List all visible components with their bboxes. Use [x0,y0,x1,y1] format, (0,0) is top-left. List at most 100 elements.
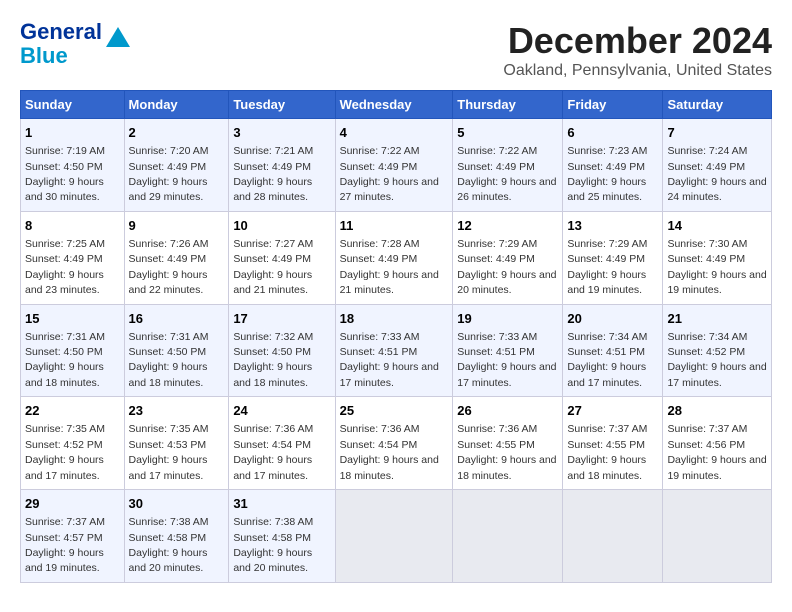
day-cell: 10Sunrise: 7:27 AMSunset: 4:49 PMDayligh… [229,211,335,304]
day-number: 13 [567,217,658,235]
day-info: Sunrise: 7:23 AMSunset: 4:49 PMDaylight:… [567,145,647,203]
day-cell: 21 Sunrise: 7:34 AMSunset: 4:52 PMDayligh… [663,304,772,397]
page-title: December 2024 [503,20,772,62]
day-cell: 11Sunrise: 7:28 AMSunset: 4:49 PMDayligh… [335,211,453,304]
day-number: 5 [457,124,558,142]
day-cell: 30 Sunrise: 7:38 AMSunset: 4:58 PMDayligh… [124,490,229,583]
day-cell: 18 Sunrise: 7:33 AMSunset: 4:51 PMDayligh… [335,304,453,397]
day-cell: 17 Sunrise: 7:32 AMSunset: 4:50 PMDayligh… [229,304,335,397]
day-cell: 19 Sunrise: 7:33 AMSunset: 4:51 PMDayligh… [453,304,563,397]
day-number: 23 [129,402,225,420]
day-cell: 12 Sunrise: 7:29 AMSunset: 4:49 PMDayligh… [453,211,563,304]
header-wednesday: Wednesday [335,91,453,119]
day-cell: 22 Sunrise: 7:35 AMSunset: 4:52 PMDayligh… [21,397,125,490]
day-info: Sunrise: 7:33 AMSunset: 4:51 PMDaylight:… [457,331,556,389]
day-cell: 3 Sunrise: 7:21 AMSunset: 4:49 PMDaylight… [229,119,335,212]
day-number: 22 [25,402,120,420]
header-tuesday: Tuesday [229,91,335,119]
week-row-5: 29 Sunrise: 7:37 AMSunset: 4:57 PMDayligh… [21,490,772,583]
day-cell: 25Sunrise: 7:36 AMSunset: 4:54 PMDayligh… [335,397,453,490]
day-cell: 8Sunrise: 7:25 AMSunset: 4:49 PMDaylight… [21,211,125,304]
day-cell: 20 Sunrise: 7:34 AMSunset: 4:51 PMDayligh… [563,304,663,397]
title-block: December 2024 Oakland, Pennsylvania, Uni… [503,20,772,80]
day-info: Sunrise: 7:36 AMSunset: 4:54 PMDaylight:… [340,423,439,481]
day-number: 17 [233,310,330,328]
day-info: Sunrise: 7:34 AMSunset: 4:52 PMDaylight:… [667,331,766,389]
day-info: Sunrise: 7:32 AMSunset: 4:50 PMDaylight:… [233,331,313,389]
day-cell: 4 Sunrise: 7:22 AMSunset: 4:49 PMDaylight… [335,119,453,212]
day-number: 27 [567,402,658,420]
day-cell: 31 Sunrise: 7:38 AMSunset: 4:58 PMDayligh… [229,490,335,583]
page-header: GeneralBlue December 2024 Oakland, Penns… [20,20,772,80]
day-info: Sunrise: 7:37 AMSunset: 4:57 PMDaylight:… [25,516,105,574]
day-number: 9 [129,217,225,235]
week-row-1: 1 Sunrise: 7:19 AMSunset: 4:50 PMDaylight… [21,119,772,212]
day-cell: 29 Sunrise: 7:37 AMSunset: 4:57 PMDayligh… [21,490,125,583]
day-number: 20 [567,310,658,328]
day-info: Sunrise: 7:35 AMSunset: 4:52 PMDaylight:… [25,423,105,481]
header-friday: Friday [563,91,663,119]
day-info: Sunrise: 7:29 AMSunset: 4:49 PMDaylight:… [567,238,647,296]
day-cell: 14 Sunrise: 7:30 AMSunset: 4:49 PMDayligh… [663,211,772,304]
day-info: Sunrise: 7:38 AMSunset: 4:58 PMDaylight:… [129,516,209,574]
logo-blue: Blue [20,43,68,68]
header-row: SundayMondayTuesdayWednesdayThursdayFrid… [21,91,772,119]
day-cell: 16 Sunrise: 7:31 AMSunset: 4:50 PMDayligh… [124,304,229,397]
day-number: 29 [25,495,120,513]
day-number: 18 [340,310,449,328]
day-number: 4 [340,124,449,142]
day-number: 14 [667,217,767,235]
day-cell: 1 Sunrise: 7:19 AMSunset: 4:50 PMDaylight… [21,119,125,212]
day-info: Sunrise: 7:34 AMSunset: 4:51 PMDaylight:… [567,331,647,389]
logo: GeneralBlue [20,20,132,68]
day-info: Sunrise: 7:35 AMSunset: 4:53 PMDaylight:… [129,423,209,481]
day-info: Sunrise: 7:26 AMSunset: 4:49 PMDaylight:… [129,238,209,296]
day-cell: 23 Sunrise: 7:35 AMSunset: 4:53 PMDayligh… [124,397,229,490]
day-number: 3 [233,124,330,142]
day-cell [563,490,663,583]
day-number: 30 [129,495,225,513]
day-cell [335,490,453,583]
day-info: Sunrise: 7:30 AMSunset: 4:49 PMDaylight:… [667,238,766,296]
day-info: Sunrise: 7:29 AMSunset: 4:49 PMDaylight:… [457,238,556,296]
day-number: 12 [457,217,558,235]
day-cell: 26 Sunrise: 7:36 AMSunset: 4:55 PMDayligh… [453,397,563,490]
day-cell: 13 Sunrise: 7:29 AMSunset: 4:49 PMDayligh… [563,211,663,304]
page-subtitle: Oakland, Pennsylvania, United States [503,62,772,80]
header-monday: Monday [124,91,229,119]
day-info: Sunrise: 7:22 AMSunset: 4:49 PMDaylight:… [340,145,439,203]
day-info: Sunrise: 7:28 AMSunset: 4:49 PMDaylight:… [340,238,439,296]
logo-text: GeneralBlue [20,20,102,68]
day-number: 2 [129,124,225,142]
day-info: Sunrise: 7:38 AMSunset: 4:58 PMDaylight:… [233,516,313,574]
day-number: 1 [25,124,120,142]
day-number: 6 [567,124,658,142]
day-number: 28 [667,402,767,420]
logo-icon [104,25,132,53]
day-number: 31 [233,495,330,513]
day-info: Sunrise: 7:36 AMSunset: 4:55 PMDaylight:… [457,423,556,481]
day-cell: 9 Sunrise: 7:26 AMSunset: 4:49 PMDaylight… [124,211,229,304]
header-saturday: Saturday [663,91,772,119]
day-number: 16 [129,310,225,328]
day-cell [663,490,772,583]
day-info: Sunrise: 7:24 AMSunset: 4:49 PMDaylight:… [667,145,766,203]
day-info: Sunrise: 7:31 AMSunset: 4:50 PMDaylight:… [129,331,209,389]
header-sunday: Sunday [21,91,125,119]
day-cell: 15Sunrise: 7:31 AMSunset: 4:50 PMDayligh… [21,304,125,397]
week-row-3: 15Sunrise: 7:31 AMSunset: 4:50 PMDayligh… [21,304,772,397]
day-cell [453,490,563,583]
day-number: 19 [457,310,558,328]
day-info: Sunrise: 7:19 AMSunset: 4:50 PMDaylight:… [25,145,105,203]
day-cell: 24Sunrise: 7:36 AMSunset: 4:54 PMDayligh… [229,397,335,490]
day-info: Sunrise: 7:33 AMSunset: 4:51 PMDaylight:… [340,331,439,389]
day-info: Sunrise: 7:37 AMSunset: 4:55 PMDaylight:… [567,423,647,481]
day-info: Sunrise: 7:37 AMSunset: 4:56 PMDaylight:… [667,423,766,481]
day-number: 24 [233,402,330,420]
day-number: 26 [457,402,558,420]
day-cell: 5Sunrise: 7:22 AMSunset: 4:49 PMDaylight… [453,119,563,212]
day-number: 21 [667,310,767,328]
week-row-2: 8Sunrise: 7:25 AMSunset: 4:49 PMDaylight… [21,211,772,304]
day-info: Sunrise: 7:21 AMSunset: 4:49 PMDaylight:… [233,145,313,203]
day-number: 10 [233,217,330,235]
